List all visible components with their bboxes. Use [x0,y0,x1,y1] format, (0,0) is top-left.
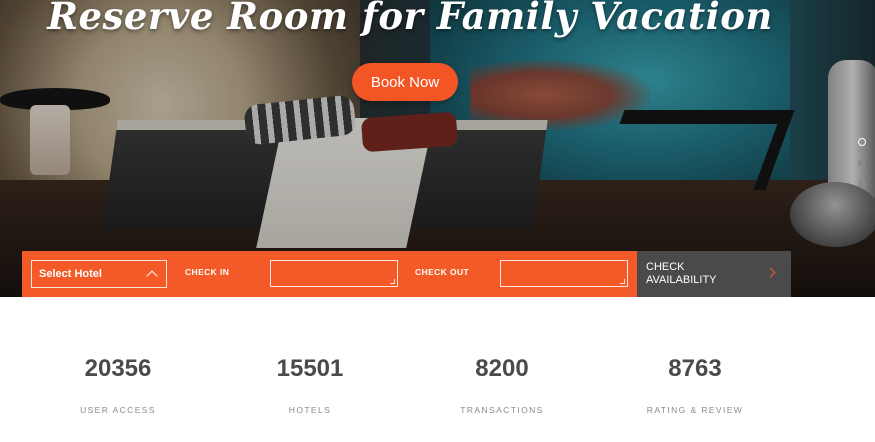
slider-dot-3[interactable] [858,180,866,188]
chevron-up-icon [146,270,158,282]
check-in-label: CHECK IN [185,267,230,277]
stat-caption: HOTELS [288,405,332,415]
select-hotel-dropdown[interactable]: Select Hotel [31,260,167,288]
hero-headline: Reserve Room for Family Vacation [47,0,773,38]
stat-value: 20356 [84,355,152,382]
resize-grip-icon [390,279,395,284]
slider-pagination [858,138,868,201]
stats-section: 20356 USER ACCESS 15501 HOTELS 8200 TRAN… [0,297,875,442]
select-hotel-label: Select Hotel [39,268,102,280]
booking-bar: Select Hotel CHECK IN CHECK OUT [22,251,637,297]
check-in-input[interactable] [270,260,398,287]
resize-grip-icon [620,279,625,284]
stat-rating-review: 8763 RATING & REVIEW [605,355,785,415]
slider-dot-1[interactable] [858,138,866,146]
stat-user-access: 20356 USER ACCESS [28,355,208,415]
stat-hotels: 15501 HOTELS [220,355,400,415]
stat-transactions: 8200 TRANSACTIONS [412,355,592,415]
stat-caption: TRANSACTIONS [460,405,544,415]
book-now-button[interactable]: Book Now [352,63,458,101]
stat-caption: RATING & REVIEW [646,405,744,415]
check-out-input[interactable] [500,260,628,287]
hero-banner: Reserve Room for Family Vacation Book No… [0,0,875,297]
stat-value: 8763 [668,355,722,382]
check-out-label: CHECK OUT [415,267,470,277]
stat-value: 8200 [475,355,529,382]
slider-dot-2[interactable] [858,159,866,167]
stat-caption: USER ACCESS [80,405,156,415]
check-availability-button[interactable]: CHECK AVAILABILITY [637,251,791,297]
stat-value: 15501 [276,355,344,382]
